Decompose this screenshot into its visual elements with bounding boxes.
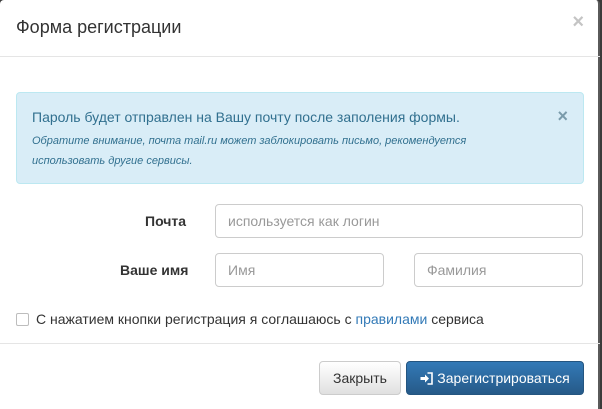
first-name-field[interactable] (215, 253, 384, 287)
alert-note: Обратите внимание, почта mail.ru может з… (32, 135, 467, 167)
agree-prefix: С нажатием кнопки регистрация я соглашаю… (36, 311, 352, 327)
close-button[interactable]: Закрыть (319, 361, 401, 395)
close-button-label: Закрыть (333, 370, 387, 386)
register-button-label: Зарегистрироваться (437, 370, 570, 386)
registration-modal: Форма регистрации × × Пароль будет отпра… (0, 0, 600, 409)
modal-header: Форма регистрации × (0, 0, 600, 57)
close-icon[interactable]: × (572, 12, 584, 32)
alert-close-icon[interactable]: × (557, 107, 568, 125)
agree-suffix: сервиса (431, 311, 484, 327)
modal-footer: Закрыть Зарегистрироваться (0, 343, 600, 409)
last-name-field[interactable] (414, 253, 583, 287)
agree-row: С нажатием кнопки регистрация я соглашаю… (16, 311, 484, 327)
modal-title: Форма регистрации (16, 17, 182, 37)
agree-checkbox[interactable] (16, 312, 29, 326)
info-alert: × Пароль будет отправлен на Вашу почту п… (16, 92, 584, 184)
email-field[interactable] (215, 204, 583, 238)
sign-in-icon (420, 371, 434, 385)
rules-link[interactable]: правилами (356, 311, 428, 327)
alert-message: Пароль будет отправлен на Вашу почту пос… (32, 109, 460, 125)
register-button[interactable]: Зарегистрироваться (406, 361, 584, 395)
name-label: Ваше имя (120, 262, 189, 278)
email-label: Почта (145, 213, 187, 229)
